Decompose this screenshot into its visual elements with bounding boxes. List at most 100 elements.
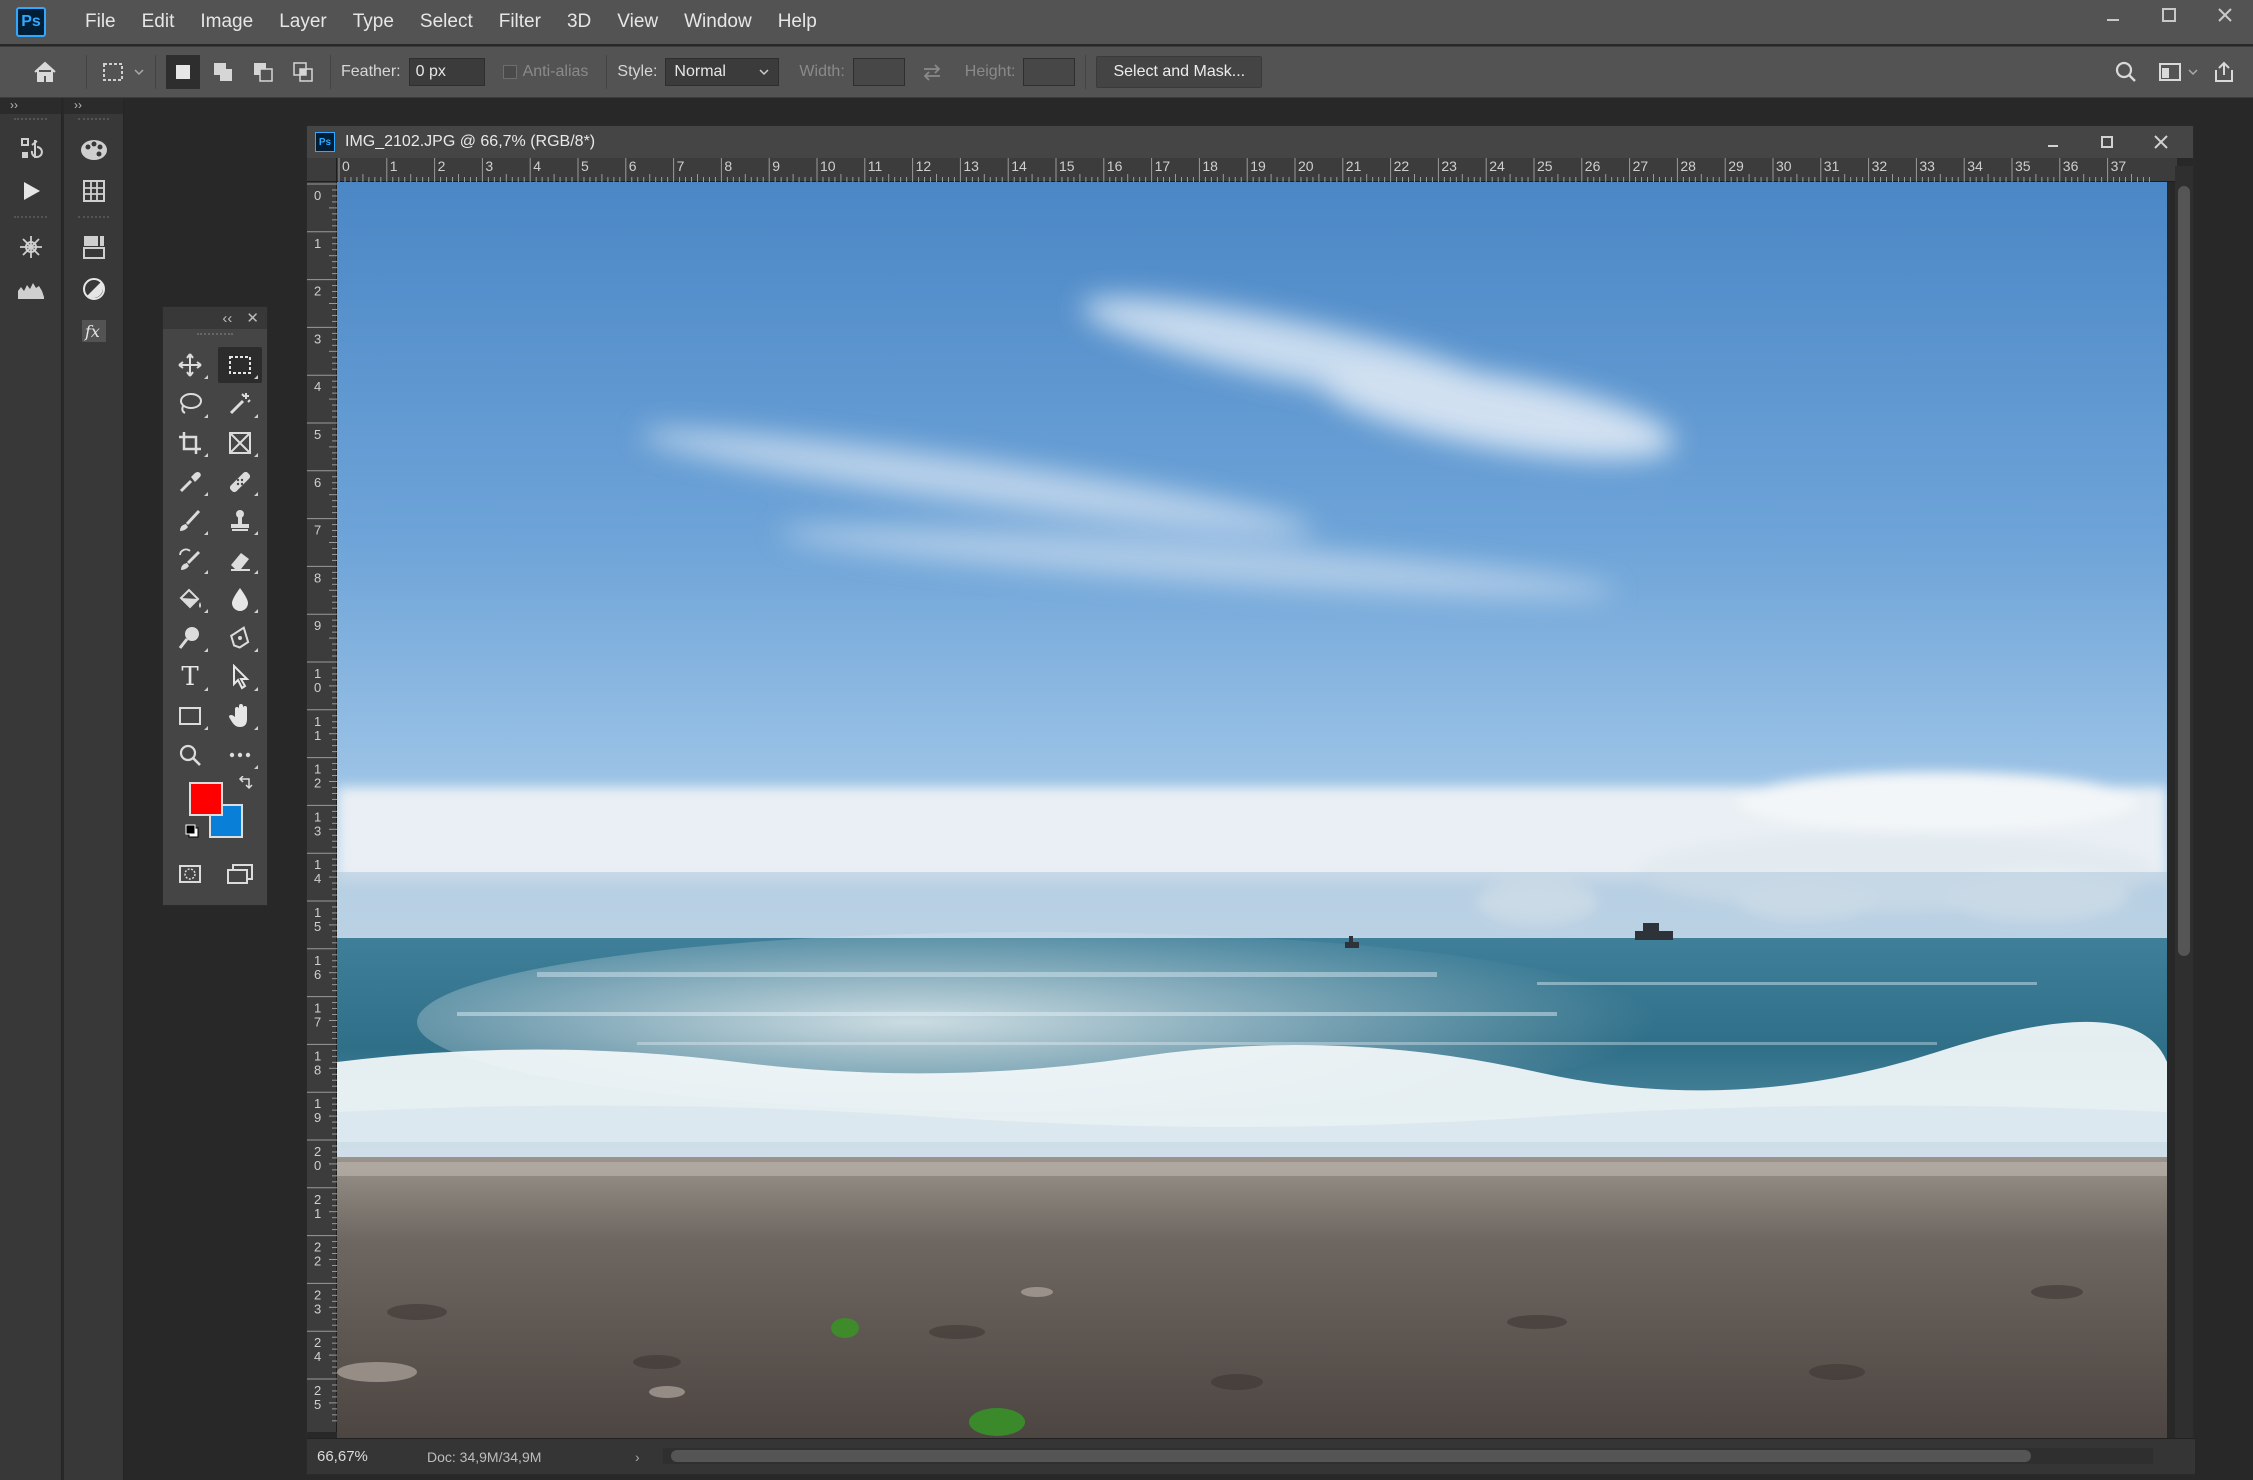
workspace-icon[interactable]: [2153, 55, 2187, 89]
swatches-panel-icon[interactable]: [64, 170, 124, 212]
minimize-icon[interactable]: [2029, 126, 2077, 158]
swap-dimensions-icon[interactable]: [915, 55, 949, 89]
zoom-level-field[interactable]: 66,67%: [307, 1448, 427, 1465]
menu-layer[interactable]: Layer: [266, 0, 340, 44]
subtract-from-selection-icon[interactable]: [246, 55, 280, 89]
tool-row: [163, 423, 267, 462]
color-panel-icon[interactable]: [64, 128, 124, 170]
clone-stamp-tool-icon[interactable]: [218, 503, 262, 539]
menu-select[interactable]: Select: [407, 0, 486, 44]
zoom-tool-icon[interactable]: [168, 737, 212, 773]
rectangle-tool-icon[interactable]: [168, 698, 212, 734]
minimize-icon[interactable]: [2085, 0, 2141, 30]
menu-window[interactable]: Window: [671, 0, 765, 44]
vertical-scrollbar[interactable]: [2175, 166, 2193, 1438]
add-to-selection-icon[interactable]: [206, 55, 240, 89]
libraries-panel-icon[interactable]: [64, 226, 124, 268]
horizontal-scrollbar[interactable]: [663, 1448, 2153, 1464]
grip[interactable]: [78, 118, 109, 124]
antialias-checkbox[interactable]: Anti-alias: [502, 63, 597, 81]
collapse-icon[interactable]: ››: [64, 98, 123, 114]
collapse-icon[interactable]: ››: [0, 98, 61, 114]
lasso-tool-icon[interactable]: [168, 386, 212, 422]
eraser-tool-icon[interactable]: [218, 542, 262, 578]
eyedropper-tool-icon[interactable]: [168, 464, 212, 500]
default-colors-icon[interactable]: [185, 824, 199, 838]
menu-help[interactable]: Help: [765, 0, 830, 44]
styles-panel-icon[interactable]: fx: [64, 310, 124, 352]
path-selection-tool-icon[interactable]: [218, 659, 262, 695]
blur-tool-icon[interactable]: [218, 581, 262, 617]
magic-wand-tool-icon[interactable]: [218, 386, 262, 422]
paint-bucket-tool-icon[interactable]: [168, 581, 212, 617]
menu-edit[interactable]: Edit: [129, 0, 188, 44]
vertical-scrollbar-thumb[interactable]: [2178, 186, 2190, 956]
close-icon[interactable]: [2197, 0, 2253, 30]
maximize-icon[interactable]: [2083, 126, 2131, 158]
menu-3d[interactable]: 3D: [554, 0, 604, 44]
grip[interactable]: [197, 333, 233, 341]
select-and-mask-button[interactable]: Select and Mask...: [1096, 56, 1263, 88]
document-window-controls: [2029, 126, 2185, 158]
maximize-icon[interactable]: [2141, 0, 2197, 30]
new-selection-icon[interactable]: [166, 55, 200, 89]
grip[interactable]: [78, 216, 109, 222]
histogram-panel-icon[interactable]: [0, 268, 62, 310]
menu-type[interactable]: Type: [340, 0, 407, 44]
menu-filter[interactable]: Filter: [486, 0, 554, 44]
collapse-icon[interactable]: ‹‹: [222, 310, 232, 327]
chevron-down-icon[interactable]: [2187, 67, 2199, 77]
healing-brush-tool-icon[interactable]: [218, 464, 262, 500]
photoshop-logo[interactable]: Ps: [16, 7, 46, 37]
quick-mask-icon[interactable]: [168, 856, 212, 892]
screen-mode-icon[interactable]: [218, 856, 262, 892]
adjustments-panel-icon[interactable]: [64, 268, 124, 310]
more-tools-icon[interactable]: [218, 737, 262, 773]
image-canvas[interactable]: [337, 182, 2167, 1438]
chevron-right-icon[interactable]: ›: [635, 1449, 640, 1465]
history-brush-tool-icon[interactable]: [168, 542, 212, 578]
style-select[interactable]: Normal: [665, 58, 780, 86]
height-input[interactable]: [1023, 58, 1076, 86]
brush-tool-icon[interactable]: [168, 503, 212, 539]
close-icon[interactable]: ✕: [246, 309, 259, 327]
pen-tool-icon[interactable]: [218, 620, 262, 656]
menu-file[interactable]: File: [72, 0, 129, 44]
photoshop-doc-icon: Ps: [315, 132, 335, 152]
properties-panel-icon[interactable]: [0, 226, 62, 268]
ruler-origin[interactable]: [307, 158, 337, 182]
actions-panel-icon[interactable]: [0, 170, 62, 212]
history-panel-icon[interactable]: [0, 128, 62, 170]
chevron-down-icon[interactable]: [133, 67, 145, 77]
home-icon[interactable]: [28, 55, 62, 89]
ruler-label: 3: [485, 158, 493, 174]
rectangular-marquee-tool-icon[interactable]: [218, 346, 262, 383]
horizontal-ruler[interactable]: 0 1 2 3 4 5 6 7 8 9 10 11 12 13 14 15 16 17 18 19 20 21 22 23 24…: [337, 158, 2177, 182]
marquee-preset-icon[interactable]: [97, 55, 131, 89]
document-titlebar[interactable]: Ps IMG_2102.JPG @ 66,7% (RGB/8*): [307, 126, 2193, 158]
crop-tool-icon[interactable]: [168, 425, 212, 461]
close-icon[interactable]: [2137, 126, 2185, 158]
swap-colors-icon[interactable]: [237, 776, 253, 792]
foreground-color-swatch[interactable]: [189, 782, 223, 816]
share-icon[interactable]: [2207, 55, 2241, 89]
frame-tool-icon[interactable]: [218, 425, 262, 461]
grip[interactable]: [14, 216, 47, 222]
document-size-info[interactable]: Doc: 34,9M/34,9M: [427, 1449, 627, 1465]
horizontal-scrollbar-thumb[interactable]: [671, 1450, 2031, 1462]
menu-image[interactable]: Image: [187, 0, 266, 44]
checkbox-box[interactable]: [502, 65, 517, 79]
grip[interactable]: [14, 118, 47, 124]
type-tool-icon[interactable]: T: [168, 659, 212, 695]
feather-input[interactable]: 0 px: [408, 58, 485, 86]
search-icon[interactable]: [2109, 55, 2143, 89]
intersect-selection-icon[interactable]: [286, 55, 320, 89]
tool-row: [163, 462, 267, 501]
move-tool-icon[interactable]: [168, 347, 212, 383]
ruler-label: 8: [314, 570, 321, 585]
dodge-tool-icon[interactable]: [168, 620, 212, 656]
menu-view[interactable]: View: [604, 0, 671, 44]
width-input[interactable]: [852, 58, 905, 86]
vertical-ruler[interactable]: 0123456789101112131415161718192021222324…: [307, 182, 337, 1432]
hand-tool-icon[interactable]: [218, 698, 262, 734]
